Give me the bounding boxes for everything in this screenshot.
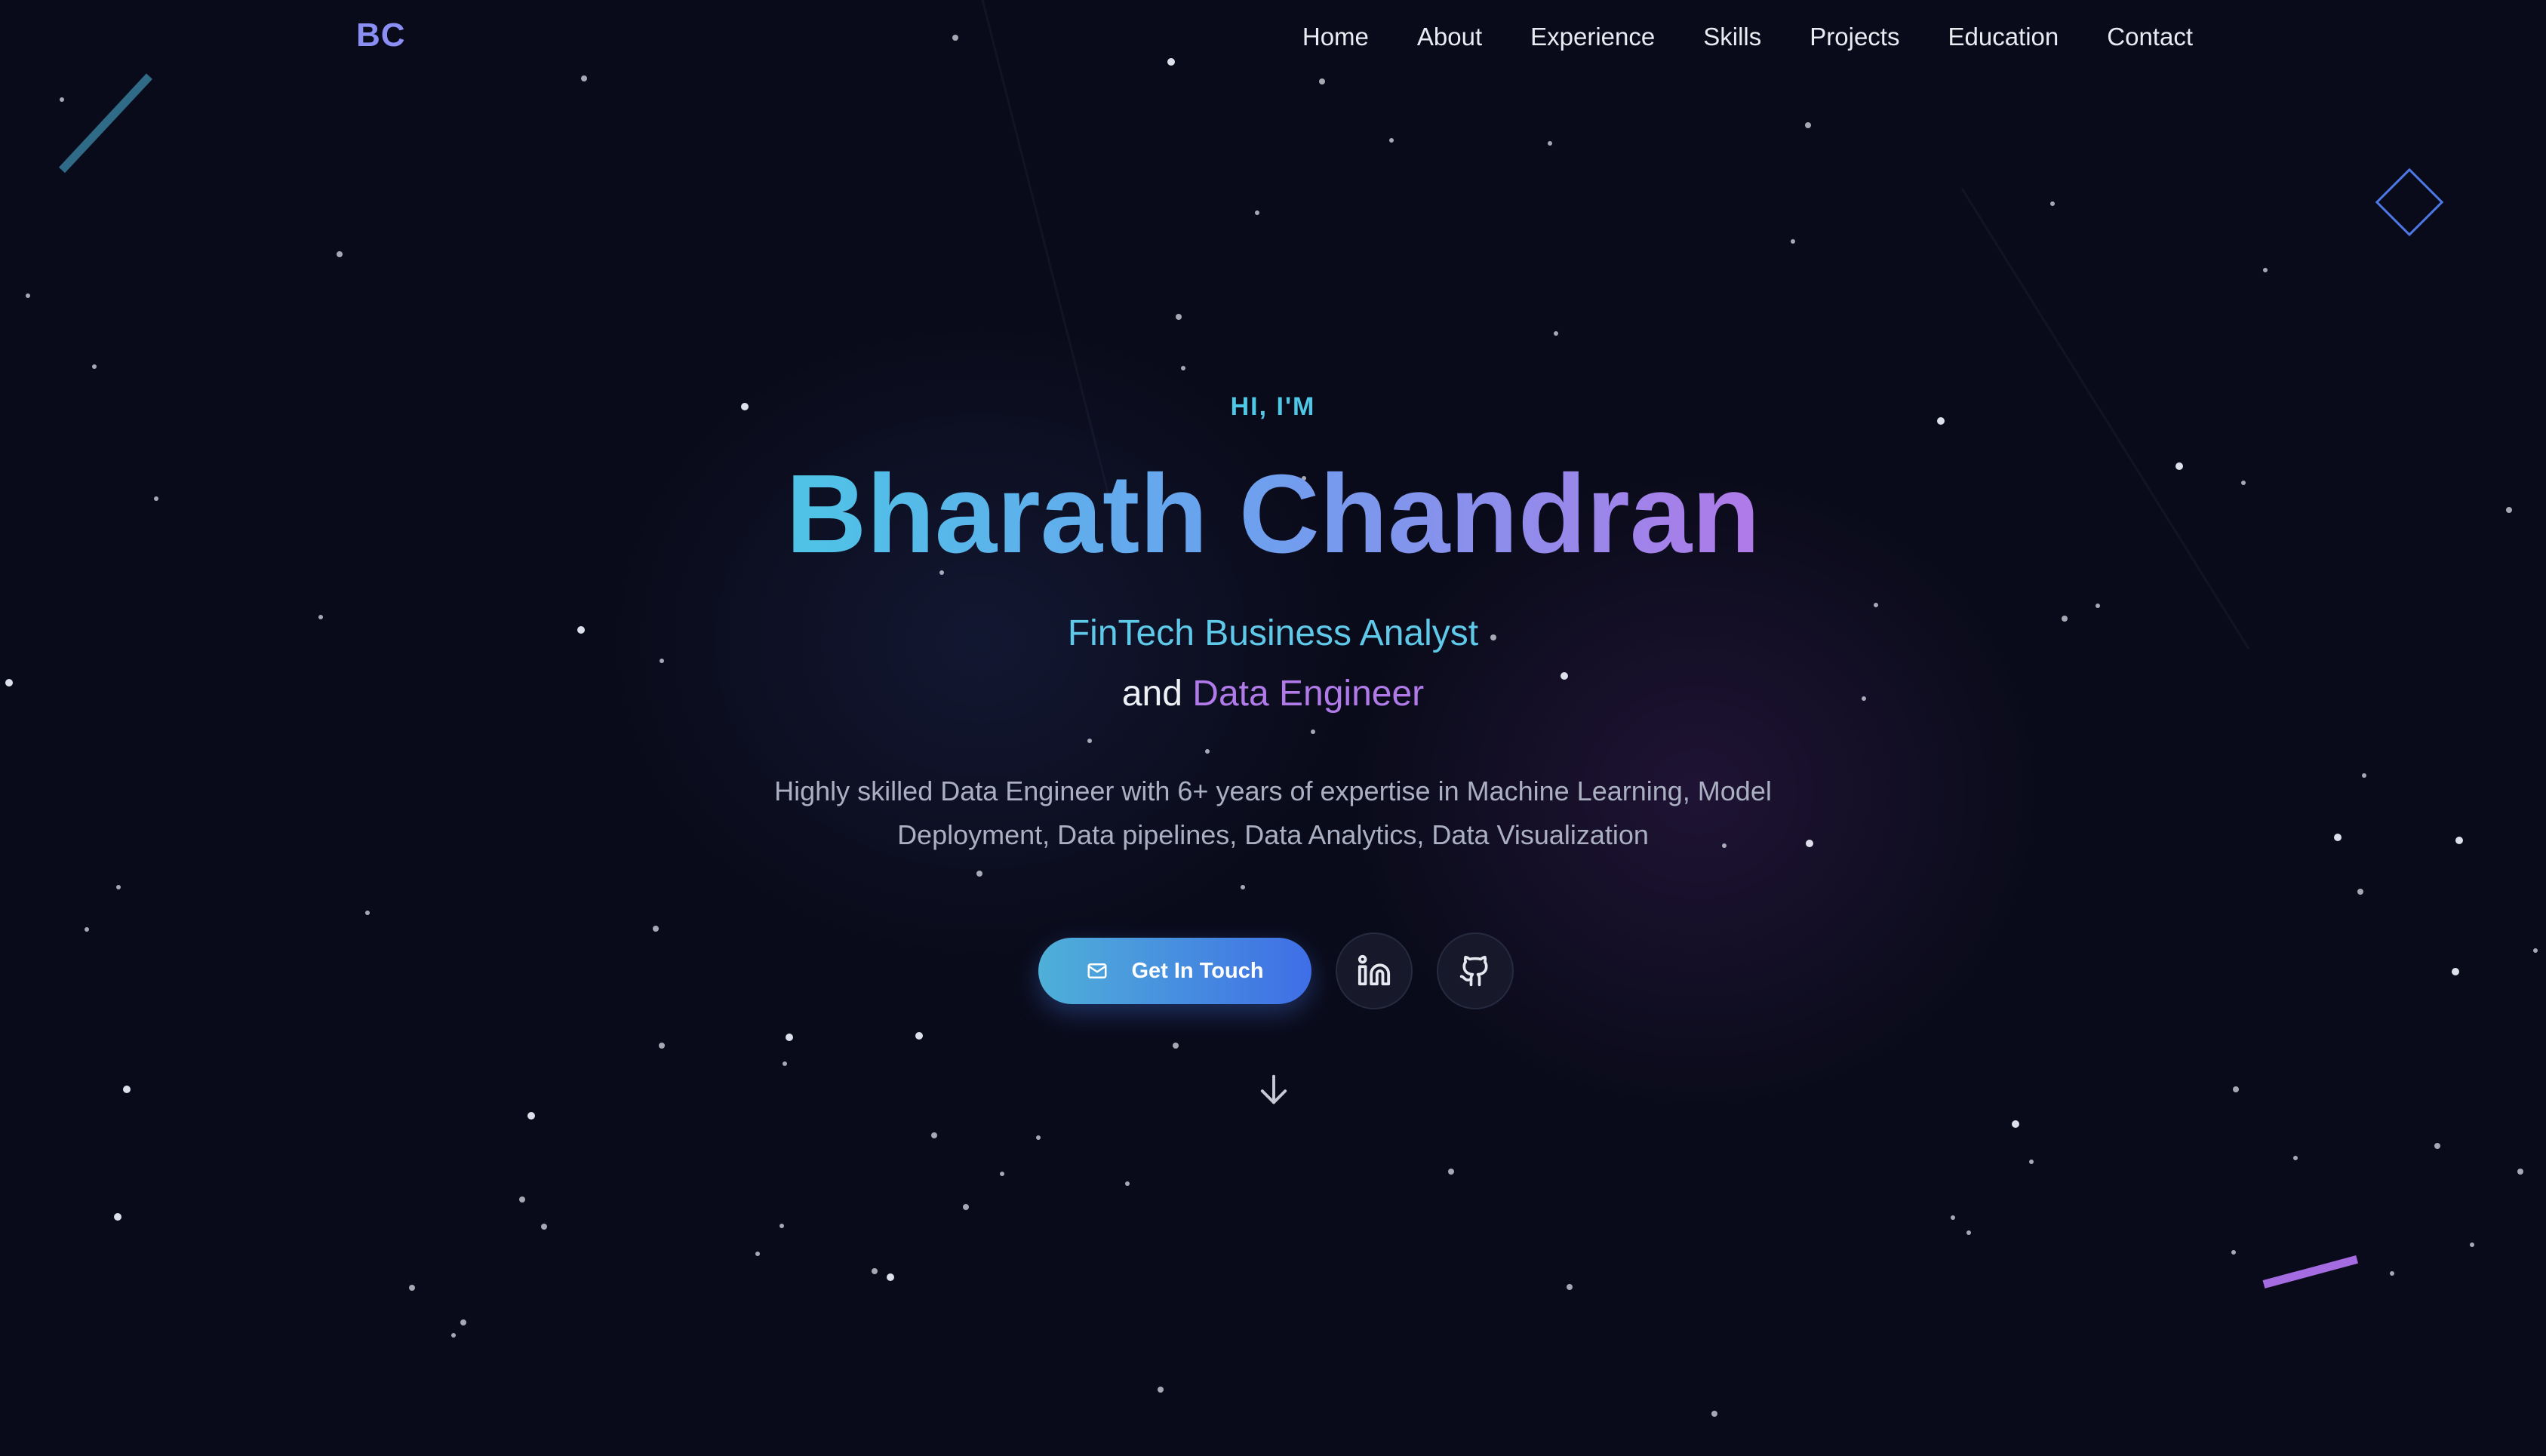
hero-actions: Get In Touch <box>1038 932 1514 1009</box>
hero-name-text: Bharath Chandran <box>786 452 1760 576</box>
hero-role-connector: and <box>1121 674 1182 714</box>
hero-eyebrow: HI, I'M <box>1230 392 1316 421</box>
linkedin-button[interactable] <box>1336 932 1413 1009</box>
get-in-touch-label: Get In Touch <box>1131 958 1264 983</box>
get-in-touch-button[interactable]: Get In Touch <box>1038 938 1311 1004</box>
github-button[interactable] <box>1437 932 1514 1009</box>
hero-role-secondary: Data Engineer <box>1192 674 1425 714</box>
hero-section: HI, I'M Bharath Chandran FinTech Busines… <box>0 0 2546 1456</box>
mail-icon <box>1086 960 1108 982</box>
github-icon <box>1459 954 1492 988</box>
linkedin-icon <box>1357 954 1391 988</box>
portfolio-page: BC Home About Experience Skills Projects… <box>0 0 2546 1456</box>
scroll-down-arrow-icon[interactable] <box>1254 1070 1293 1109</box>
hero-role-line: and Data Engineer <box>0 673 2546 714</box>
hero-role-primary: FinTech Business Analyst <box>1067 613 1479 653</box>
hero-description: Highly skilled Data Engineer with 6+ yea… <box>774 776 1772 850</box>
hero-name: Bharath Chandran <box>0 456 2546 573</box>
